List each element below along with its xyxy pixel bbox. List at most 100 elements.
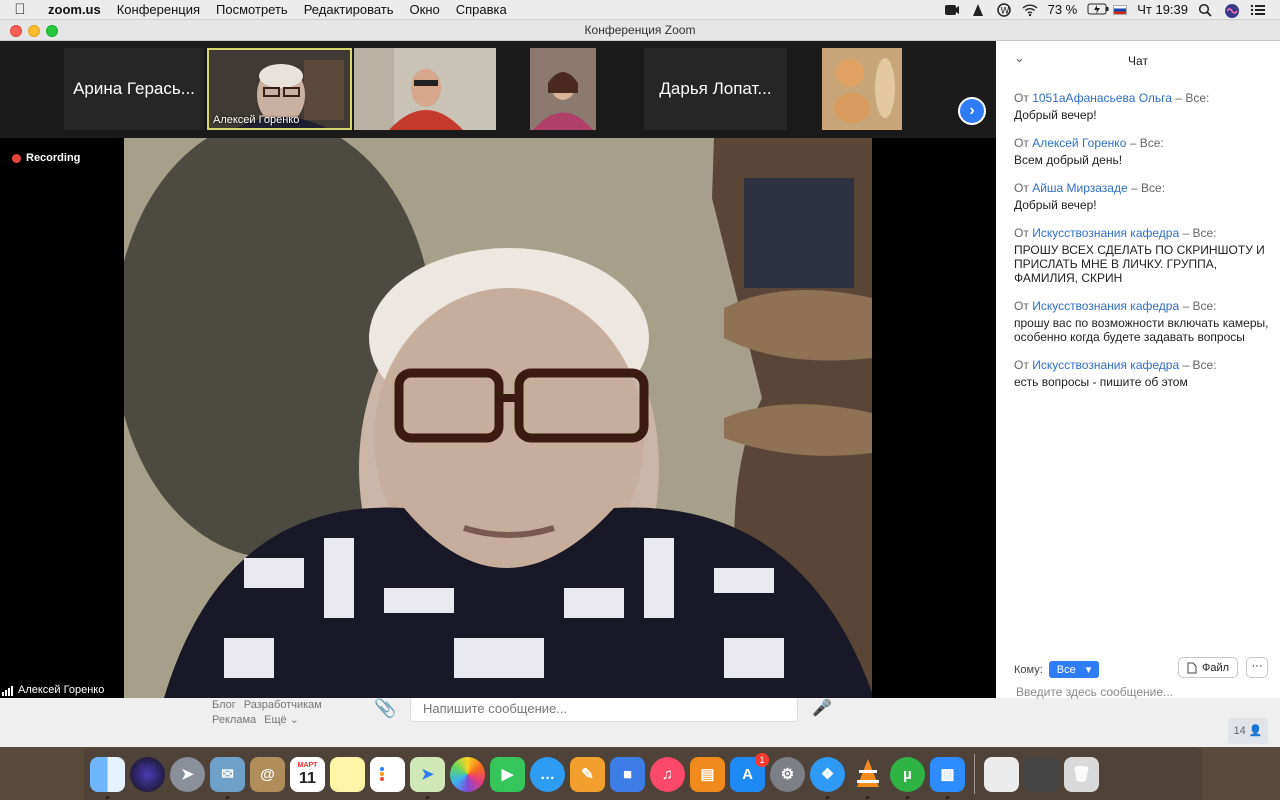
bg-link-ads[interactable]: Реклама [212, 714, 256, 726]
chat-message-text: Добрый вечер! [1014, 108, 1097, 122]
bg-link-more[interactable]: Ещё ⌄ [264, 714, 299, 726]
participant-tile-video[interactable] [354, 48, 496, 130]
gallery-strip: Арина Герась... Алексей Горенко Дарья Ло… [0, 41, 996, 138]
active-speaker-view: Recording Алексей Горенко [0, 138, 996, 698]
signal-bars-icon [2, 686, 13, 696]
paperclip-icon[interactable]: 📎 [374, 698, 396, 719]
books-icon[interactable]: ▤ [690, 756, 725, 792]
calendar-icon[interactable]: МАРТ 11 [290, 756, 325, 792]
chat-sender[interactable]: Айша Мирзазаде [1032, 181, 1127, 195]
chat-sender[interactable]: Алексей Горенко [1032, 136, 1126, 150]
chat-sender[interactable]: Искусствознания кафедра [1032, 226, 1179, 240]
recipient-dropdown[interactable]: Все ▾ [1048, 661, 1100, 678]
trash-icon[interactable]: 🗑 [1064, 756, 1099, 792]
launchpad-icon[interactable]: ➤ [170, 756, 205, 792]
menu-help[interactable]: Справка [448, 2, 515, 17]
appstore-icon[interactable]: A1 [730, 752, 769, 792]
menubar:  zoom.us Конференция Посмотреть Редакти… [0, 0, 1280, 20]
participant-tile-active-speaker[interactable]: Алексей Горенко [207, 48, 352, 130]
finder-icon[interactable] [90, 756, 125, 799]
dock: ➤ ✉ @ МАРТ 11 ➤ ▶ … ✎ ■ ♫ ▤ A1 ⚙ ❖ µ ▩ 🗑 [84, 748, 1202, 800]
mail-icon[interactable]: ✉ [210, 756, 245, 799]
microphone-icon[interactable]: 🎤 [812, 698, 832, 718]
bg-link-developers[interactable]: Разработчикам [244, 699, 322, 711]
window-title: Конференция Zoom [584, 23, 696, 37]
chat-sender[interactable]: 1051аАфанасьева Ольга [1032, 91, 1172, 105]
menu-app-name[interactable]: zoom.us [40, 2, 109, 17]
music-icon[interactable]: ♫ [650, 756, 685, 792]
participant-label: Алексей Горенко [213, 114, 300, 126]
participant-name: Дарья Лопат... [659, 79, 772, 98]
chat-message-text: Добрый вечер! [1014, 198, 1097, 212]
photos-icon[interactable] [450, 756, 485, 792]
system-preferences-icon[interactable]: ⚙ [770, 756, 805, 792]
chat-panel: ⌄ Чат От 1051аАфанасьева Ольга – Все: До… [996, 41, 1280, 699]
contacts-icon[interactable]: @ [250, 756, 285, 792]
zoom-window: Конференция Zoom Арина Герась... Алексей… [0, 20, 1280, 699]
chat-sender[interactable]: Искусствознания кафедра [1032, 299, 1179, 313]
participant-video [822, 48, 902, 130]
svg-text:W: W [1000, 6, 1009, 16]
chat-message-text: есть вопросы - пишите об этом [1014, 375, 1188, 389]
clock[interactable]: Чт 19:39 [1137, 2, 1188, 17]
chat-message: От Айша Мирзазаде – Все: Добрый вечер! [1014, 181, 1270, 212]
recording-label: Recording [26, 152, 81, 164]
recording-indicator[interactable]: Recording [12, 152, 80, 164]
vlc-icon[interactable] [850, 757, 885, 799]
spotlight-search-icon[interactable] [1198, 3, 1214, 17]
vlc-status-icon[interactable] [970, 3, 986, 17]
menu-edit[interactable]: Редактировать [296, 2, 402, 17]
active-speaker-name: Алексей Горенко [18, 684, 105, 696]
maps-icon[interactable]: ➤ [410, 756, 445, 799]
chat-message-text: прошу вас по возможности включать камеры… [1014, 316, 1269, 344]
chat-sender[interactable]: Искусствознания кафедра [1032, 358, 1179, 372]
dock-separator [974, 754, 975, 794]
participant-tile-video[interactable] [790, 48, 933, 130]
online-count-badge[interactable]: 14 👤 [1228, 718, 1268, 744]
chat-header: ⌄ Чат [996, 41, 1280, 79]
apple-icon[interactable]:  [0, 1, 40, 18]
participant-video [530, 48, 596, 130]
caret-down-icon: ▾ [1085, 664, 1092, 676]
messages-icon[interactable]: … [530, 756, 565, 792]
notes-icon[interactable] [330, 756, 365, 792]
facetime-icon[interactable]: ▶ [490, 756, 525, 792]
recipient-label: Кому: [1014, 663, 1043, 676]
battery-icon[interactable] [1087, 3, 1109, 17]
chat-message: От Искусствознания кафедра – Все: прошу … [1014, 299, 1269, 344]
menu-window[interactable]: Окно [402, 2, 448, 17]
background-message-input[interactable]: Напишите сообщение... [410, 696, 798, 722]
chat-message: От 1051аАфанасьева Ольга – Все: Добрый в… [1014, 91, 1270, 122]
menu-view[interactable]: Посмотреть [208, 2, 296, 17]
chat-message-input[interactable]: Введите здесь сообщение... [1016, 685, 1173, 699]
wifi-icon[interactable] [1022, 3, 1038, 17]
keynote-icon[interactable]: ■ [610, 756, 645, 792]
active-speaker-label: Алексей Горенко [2, 684, 104, 696]
chat-message: От Алексей Горенко – Все: Всем добрый де… [1014, 136, 1270, 167]
zoom-status-icon[interactable] [944, 3, 960, 17]
siri-icon[interactable] [130, 756, 165, 792]
reminders-icon[interactable] [370, 756, 405, 792]
recording-dot-icon [12, 153, 21, 163]
notification-center-icon[interactable] [1250, 3, 1266, 17]
bg-link-blog[interactable]: Блог [212, 699, 236, 711]
wordpress-icon[interactable]: W [996, 2, 1012, 17]
utorrent-icon[interactable]: µ [890, 756, 925, 799]
gallery-next-page-button[interactable]: › [958, 97, 986, 125]
siri-menubar-icon[interactable] [1224, 3, 1240, 18]
document-icon[interactable] [984, 756, 1019, 792]
chat-message: От Искусствознания кафедра – Все: ПРОШУ … [1014, 226, 1270, 285]
send-file-button[interactable]: Файл [1178, 657, 1238, 678]
downloads-stack-icon[interactable] [1024, 756, 1059, 792]
input-source-flag-icon[interactable] [1113, 4, 1128, 15]
safari-icon[interactable]: ❖ [810, 756, 845, 799]
participant-name: Арина Герась... [73, 79, 195, 98]
participant-tile-name-only[interactable]: Дарья Лопат... [644, 48, 787, 130]
menu-conference[interactable]: Конференция [109, 2, 208, 17]
more-options-button[interactable]: ··· [1246, 657, 1268, 678]
participant-tile-name-only[interactable]: Арина Герась... [64, 48, 204, 130]
participant-tile-video[interactable] [498, 48, 640, 130]
pages-icon[interactable]: ✎ [570, 756, 605, 792]
main-video [124, 138, 872, 698]
zoom-icon[interactable]: ▩ [930, 756, 965, 799]
